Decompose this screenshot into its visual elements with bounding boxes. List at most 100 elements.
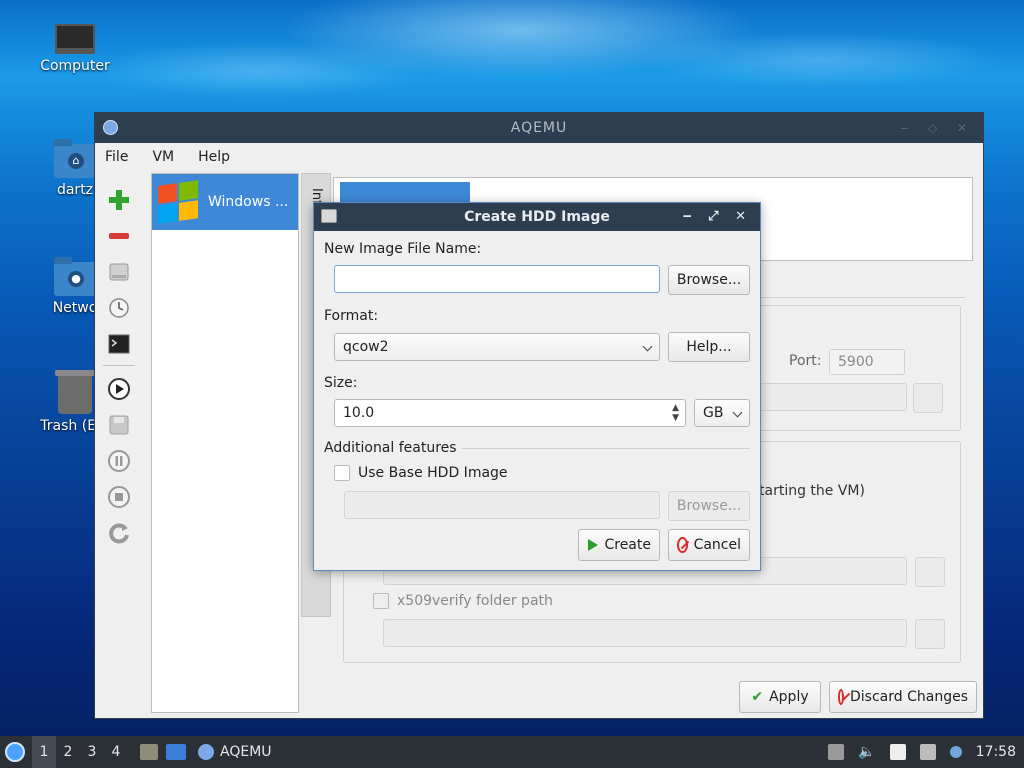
windows-logo-icon	[158, 180, 198, 224]
clipboard-icon[interactable]	[889, 744, 906, 760]
create-button[interactable]: Create	[578, 529, 660, 561]
plus-icon	[109, 190, 129, 210]
dialog-window-controls[interactable]: ‒ ⤢ ✕	[683, 203, 752, 231]
clock-icon	[109, 298, 129, 318]
notification-icon[interactable]	[949, 746, 962, 758]
system-tray: 🔈 17:58	[828, 736, 1024, 768]
add-vm-button[interactable]	[104, 185, 134, 215]
create-hdd-image-dialog: Create HDD Image ‒ ⤢ ✕ New Image File Na…	[313, 202, 761, 571]
additional-features-label: Additional features	[324, 440, 457, 456]
x509-option-row[interactable]: x509verify folder path	[373, 593, 553, 609]
base-browse-button[interactable]: Browse...	[668, 491, 750, 521]
disk-icon	[109, 263, 129, 281]
use-base-hdd-label: Use Base HDD Image	[358, 465, 508, 481]
format-label: Format:	[324, 308, 379, 324]
cancel-label: Cancel	[693, 537, 741, 553]
workspace-2[interactable]: 2	[56, 744, 80, 760]
file-name-input[interactable]	[334, 265, 660, 293]
size-label: Size:	[324, 375, 358, 391]
base-image-path-field[interactable]	[344, 491, 660, 519]
clock[interactable]: 17:58	[976, 744, 1016, 760]
eject-icon[interactable]	[828, 744, 845, 760]
x509-browse-button[interactable]	[915, 619, 945, 649]
remove-vm-button[interactable]	[104, 221, 134, 251]
aqemu-logo-icon	[198, 744, 214, 760]
x509-checkbox[interactable]	[373, 593, 389, 609]
chevron-down-icon	[732, 407, 743, 418]
use-base-hdd-checkbox[interactable]	[334, 465, 350, 481]
main-titlebar[interactable]: AQEMU ‒ ◇ ✕	[95, 113, 983, 143]
discard-changes-button[interactable]: Discard Changes	[829, 681, 977, 713]
stop-vm-button[interactable]	[104, 482, 134, 512]
vm-toolbar	[101, 185, 137, 554]
reset-vm-button[interactable]	[104, 518, 134, 548]
unit-value: GB	[703, 405, 724, 421]
window-controls: ‒ ◇ ✕	[900, 121, 975, 135]
file-manager-icon[interactable]	[140, 744, 158, 760]
cancel-button[interactable]: Cancel	[668, 529, 750, 561]
help-button[interactable]: Help...	[668, 332, 750, 362]
network-icon[interactable]	[919, 744, 936, 760]
volume-icon[interactable]: 🔈	[858, 744, 875, 760]
taskbar-app-label: AQEMU	[220, 744, 272, 760]
apply-label: Apply	[769, 689, 809, 705]
save-state-button[interactable]	[104, 410, 134, 440]
cancel-icon	[677, 537, 688, 553]
desktop-icon-computer[interactable]: Computer	[25, 24, 125, 74]
menu-help[interactable]: Help	[198, 149, 230, 165]
snapshot-button[interactable]	[104, 293, 134, 323]
pause-icon	[108, 450, 130, 472]
reload-icon	[109, 523, 129, 544]
check-icon: ✔	[751, 689, 764, 705]
save-icon	[109, 415, 129, 435]
start-logo-icon	[5, 742, 25, 762]
monitor-button[interactable]	[104, 329, 134, 359]
option-text: tarting the VM)	[759, 483, 865, 499]
workspace-3[interactable]: 3	[80, 744, 104, 760]
play-icon	[108, 378, 130, 400]
port-value: 5900	[838, 354, 874, 370]
vm-list-item[interactable]: Windows ...	[152, 174, 298, 230]
port-label: Port:	[789, 353, 822, 369]
size-value: 10.0	[343, 405, 375, 421]
pause-vm-button[interactable]	[104, 446, 134, 476]
show-desktop-icon[interactable]	[166, 744, 186, 760]
help-label: Help...	[686, 339, 732, 355]
browse-label: Browse...	[676, 272, 742, 288]
x509-path-field[interactable]	[383, 619, 907, 647]
disabled-path-field[interactable]	[759, 383, 907, 411]
workspace-1[interactable]: 1	[32, 736, 56, 768]
spin-arrows-icon[interactable]: ▲ ▼	[672, 403, 679, 423]
create-label: Create	[604, 537, 651, 553]
browse-button[interactable]: Browse...	[668, 265, 750, 295]
base-browse-label: Browse...	[676, 498, 742, 514]
folder-browse-button[interactable]	[913, 383, 943, 413]
home-folder-icon: ⌂	[54, 139, 96, 178]
taskbar: 1 2 3 4 AQEMU 🔈 17:58	[0, 736, 1024, 768]
start-vm-button[interactable]	[104, 374, 134, 404]
size-spinbox[interactable]: 10.0 ▲ ▼	[334, 399, 686, 427]
start-menu-button[interactable]	[0, 736, 30, 768]
terminal-icon	[108, 334, 130, 354]
menubar: File VM Help	[95, 143, 983, 171]
disk-icon	[321, 209, 337, 223]
discard-label: Discard Changes	[850, 689, 968, 705]
workspace-4[interactable]: 4	[104, 744, 128, 760]
cancel-icon	[838, 689, 845, 705]
desktop-icon-label: Computer	[40, 58, 110, 74]
trash-icon	[55, 370, 95, 414]
apply-button[interactable]: ✔ Apply	[739, 681, 821, 713]
taskbar-app-aqemu[interactable]: AQEMU	[198, 744, 272, 760]
dialog-titlebar[interactable]: Create HDD Image ‒ ⤢ ✕	[314, 203, 760, 231]
folder-browse-button[interactable]	[915, 557, 945, 587]
use-base-hdd-row[interactable]: Use Base HDD Image	[334, 465, 508, 481]
menu-file[interactable]: File	[105, 149, 128, 165]
format-select[interactable]: qcow2	[334, 333, 660, 361]
hdd-manager-button[interactable]	[104, 257, 134, 287]
file-name-label: New Image File Name:	[324, 241, 482, 257]
menu-vm[interactable]: VM	[152, 149, 174, 165]
x509-label: x509verify folder path	[397, 593, 553, 609]
minus-icon	[109, 233, 129, 239]
port-spinbox[interactable]: 5900	[829, 349, 905, 375]
unit-select[interactable]: GB	[694, 399, 750, 427]
